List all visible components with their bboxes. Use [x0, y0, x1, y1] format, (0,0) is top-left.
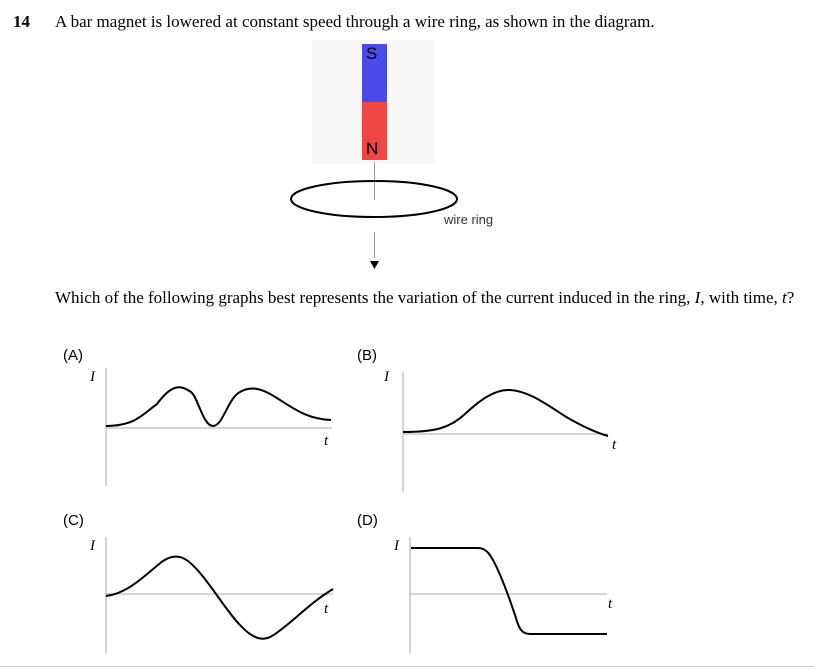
prompt-text-2: , with time,	[700, 288, 783, 307]
question-prompt: Which of the following graphs best repre…	[55, 287, 800, 308]
graph-b	[402, 372, 609, 492]
graph-b-curve	[402, 388, 609, 437]
prompt-end: ?	[786, 288, 795, 307]
graph-d-curve	[411, 547, 607, 635]
graph-a-curve	[105, 386, 332, 428]
graph-d	[409, 537, 607, 653]
answer-graphs	[105, 368, 609, 653]
graph-a	[105, 368, 332, 486]
magnet-ring-diagram	[290, 40, 458, 269]
ring-label: wire ring	[444, 212, 494, 227]
down-arrow-icon	[370, 261, 379, 269]
north-pole-label: N	[366, 139, 379, 158]
graph-c-curve	[105, 555, 334, 640]
south-pole-label: S	[366, 44, 378, 63]
graph-c	[105, 537, 334, 653]
prompt-text: Which of the following graphs best repre…	[55, 288, 695, 307]
bottom-divider	[0, 666, 814, 667]
